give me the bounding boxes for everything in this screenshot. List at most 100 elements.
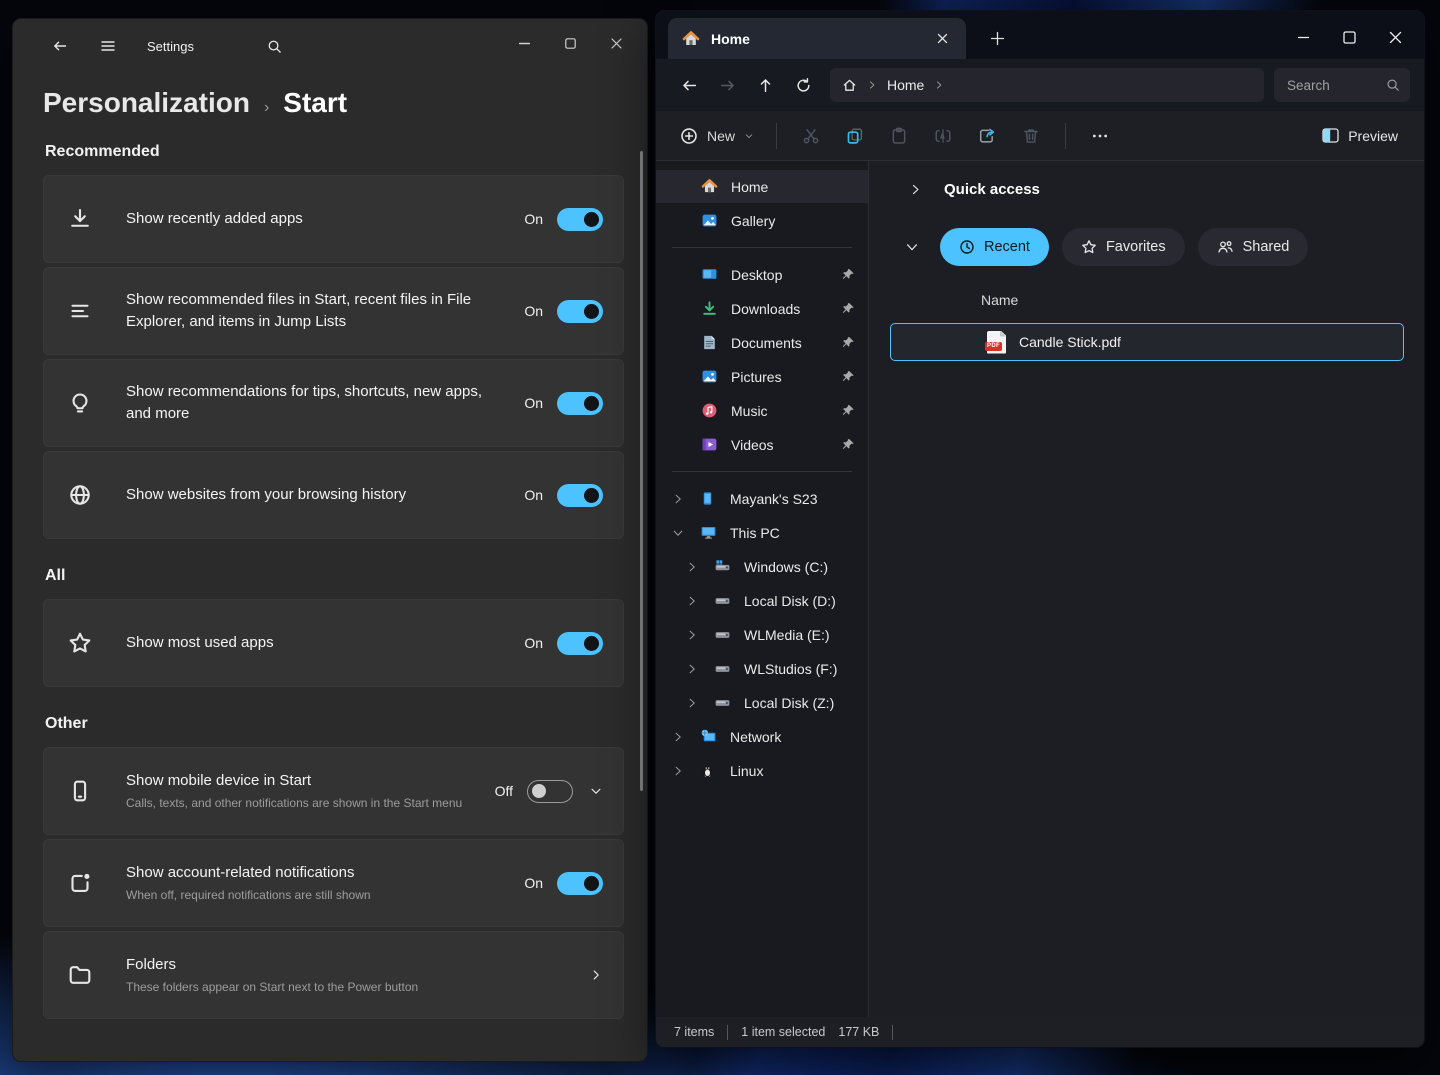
rename-icon: [934, 127, 952, 145]
copy-icon: [846, 127, 864, 145]
sidebar-divider: [672, 247, 852, 248]
nav-back-button[interactable]: [670, 68, 708, 102]
sidebar-item-this-pc[interactable]: This PC: [656, 516, 868, 549]
setting-row-recommended-files: Show recommended files in Start, recent …: [43, 267, 624, 355]
sidebar-item-documents[interactable]: Documents: [656, 326, 868, 359]
chevron-right-icon[interactable]: [672, 493, 688, 505]
chevron-right-icon[interactable]: [686, 595, 702, 607]
filter-recent[interactable]: Recent: [940, 228, 1049, 266]
chevron-right-icon[interactable]: [686, 663, 702, 675]
hamburger-icon: [100, 38, 116, 54]
globe-icon: [68, 483, 92, 507]
close-button[interactable]: [1372, 19, 1418, 55]
settings-scrollbar[interactable]: [640, 151, 643, 791]
minimize-button[interactable]: [501, 25, 547, 61]
home-icon: [682, 30, 700, 48]
tab-home[interactable]: Home: [668, 18, 966, 59]
file-row-candle-stick-pdf[interactable]: PDF Candle Stick.pdf: [890, 323, 1404, 361]
share-button[interactable]: [965, 118, 1009, 154]
maximize-button[interactable]: [1326, 19, 1372, 55]
windows-drive-icon: [714, 558, 732, 575]
folder-icon: [68, 963, 92, 987]
sidebar-item-home[interactable]: Home: [656, 170, 868, 203]
toggle-most-used-apps[interactable]: [557, 632, 603, 655]
navigation-menu-button[interactable]: [91, 31, 125, 61]
app-title: Settings: [147, 39, 194, 54]
sidebar-item-videos[interactable]: Videos: [656, 428, 868, 461]
column-header-name[interactable]: Name: [869, 266, 1424, 308]
back-button[interactable]: [43, 31, 77, 61]
cut-icon: [802, 127, 820, 145]
new-tab-button[interactable]: [980, 21, 1014, 55]
see-more-button[interactable]: [1078, 118, 1122, 154]
sidebar-item-wlmedia-e[interactable]: WLMedia (E:): [656, 618, 868, 651]
chevron-right-icon[interactable]: [686, 629, 702, 641]
toggle-account-notifications[interactable]: [557, 872, 603, 895]
nav-refresh-button[interactable]: [784, 68, 822, 102]
toggle-recommended-files[interactable]: [557, 300, 603, 323]
sidebar-item-desktop[interactable]: Desktop: [656, 258, 868, 291]
delete-button[interactable]: [1009, 118, 1053, 154]
chevron-right-icon[interactable]: [686, 697, 702, 709]
maximize-button[interactable]: [547, 25, 593, 61]
setting-row-recently-added-apps: Show recently added apps On: [43, 175, 624, 263]
toggle-recommendations-tips[interactable]: [557, 392, 603, 415]
sidebar-divider: [672, 471, 852, 472]
toggle-mobile-device[interactable]: [527, 780, 573, 803]
sidebar-item-wlstudios-f[interactable]: WLStudios (F:): [656, 652, 868, 685]
cut-button[interactable]: [789, 118, 833, 154]
sidebar-item-gallery[interactable]: Gallery: [656, 204, 868, 237]
expand-row-button[interactable]: [589, 784, 603, 798]
tab-close-button[interactable]: [928, 26, 956, 52]
chevron-down-icon[interactable]: [672, 527, 688, 539]
preview-button[interactable]: Preview: [1310, 122, 1410, 150]
copy-button[interactable]: [833, 118, 877, 154]
chevron-down-icon[interactable]: [905, 240, 919, 254]
close-button[interactable]: [593, 25, 639, 61]
sidebar-item-label: Windows (C:): [744, 559, 868, 575]
sidebar-item-local-disk-d[interactable]: Local Disk (D:): [656, 584, 868, 617]
minimize-button[interactable]: [1280, 19, 1326, 55]
sidebar-item-windows-c[interactable]: Windows (C:): [656, 550, 868, 583]
sidebar-item-downloads[interactable]: Downloads: [656, 292, 868, 325]
sidebar-item-phone-device[interactable]: Mayank's S23: [656, 482, 868, 515]
address-segment[interactable]: Home: [887, 77, 924, 93]
chevron-down-icon: [589, 784, 603, 798]
sidebar-item-pictures[interactable]: Pictures: [656, 360, 868, 393]
sidebar-item-network[interactable]: Network: [656, 720, 868, 753]
nav-up-button[interactable]: [746, 68, 784, 102]
rename-button[interactable]: [921, 118, 965, 154]
open-folders-page-button[interactable]: [589, 968, 603, 982]
sidebar-item-local-disk-z[interactable]: Local Disk (Z:): [656, 686, 868, 719]
breadcrumb-parent[interactable]: Personalization: [43, 87, 250, 119]
paste-button[interactable]: [877, 118, 921, 154]
filter-shared[interactable]: Shared: [1198, 228, 1309, 266]
chevron-right-icon[interactable]: [672, 731, 688, 743]
chevron-right-icon: [867, 80, 877, 90]
explorer-tabbar: Home: [656, 11, 1424, 59]
chevron-right-icon: [589, 968, 603, 982]
pdf-icon: PDF: [987, 331, 1006, 354]
filter-label: Shared: [1243, 239, 1290, 255]
breadcrumb-separator: ›: [264, 99, 269, 117]
minimize-icon: [1297, 31, 1310, 44]
downloads-icon: [701, 300, 719, 317]
address-bar[interactable]: Home: [830, 68, 1264, 102]
settings-search-button[interactable]: [258, 31, 292, 61]
home-icon: [701, 178, 719, 195]
toggle-state-label: Off: [495, 783, 513, 799]
quick-access-header[interactable]: Quick access: [869, 161, 1424, 198]
filter-favorites[interactable]: Favorites: [1062, 228, 1185, 266]
sidebar-item-music[interactable]: Music: [656, 394, 868, 427]
new-button[interactable]: New: [670, 121, 764, 151]
sidebar-item-linux[interactable]: Linux: [656, 754, 868, 787]
toggle-websites-history[interactable]: [557, 484, 603, 507]
clock-icon: [959, 239, 975, 255]
setting-row-folders[interactable]: Folders These folders appear on Start ne…: [43, 931, 624, 1019]
sidebar-item-label: Local Disk (Z:): [744, 695, 868, 711]
toggle-recently-added-apps[interactable]: [557, 208, 603, 231]
chevron-right-icon[interactable]: [672, 765, 688, 777]
search-box[interactable]: Search: [1274, 68, 1410, 102]
chevron-right-icon[interactable]: [686, 561, 702, 573]
nav-forward-button[interactable]: [708, 68, 746, 102]
